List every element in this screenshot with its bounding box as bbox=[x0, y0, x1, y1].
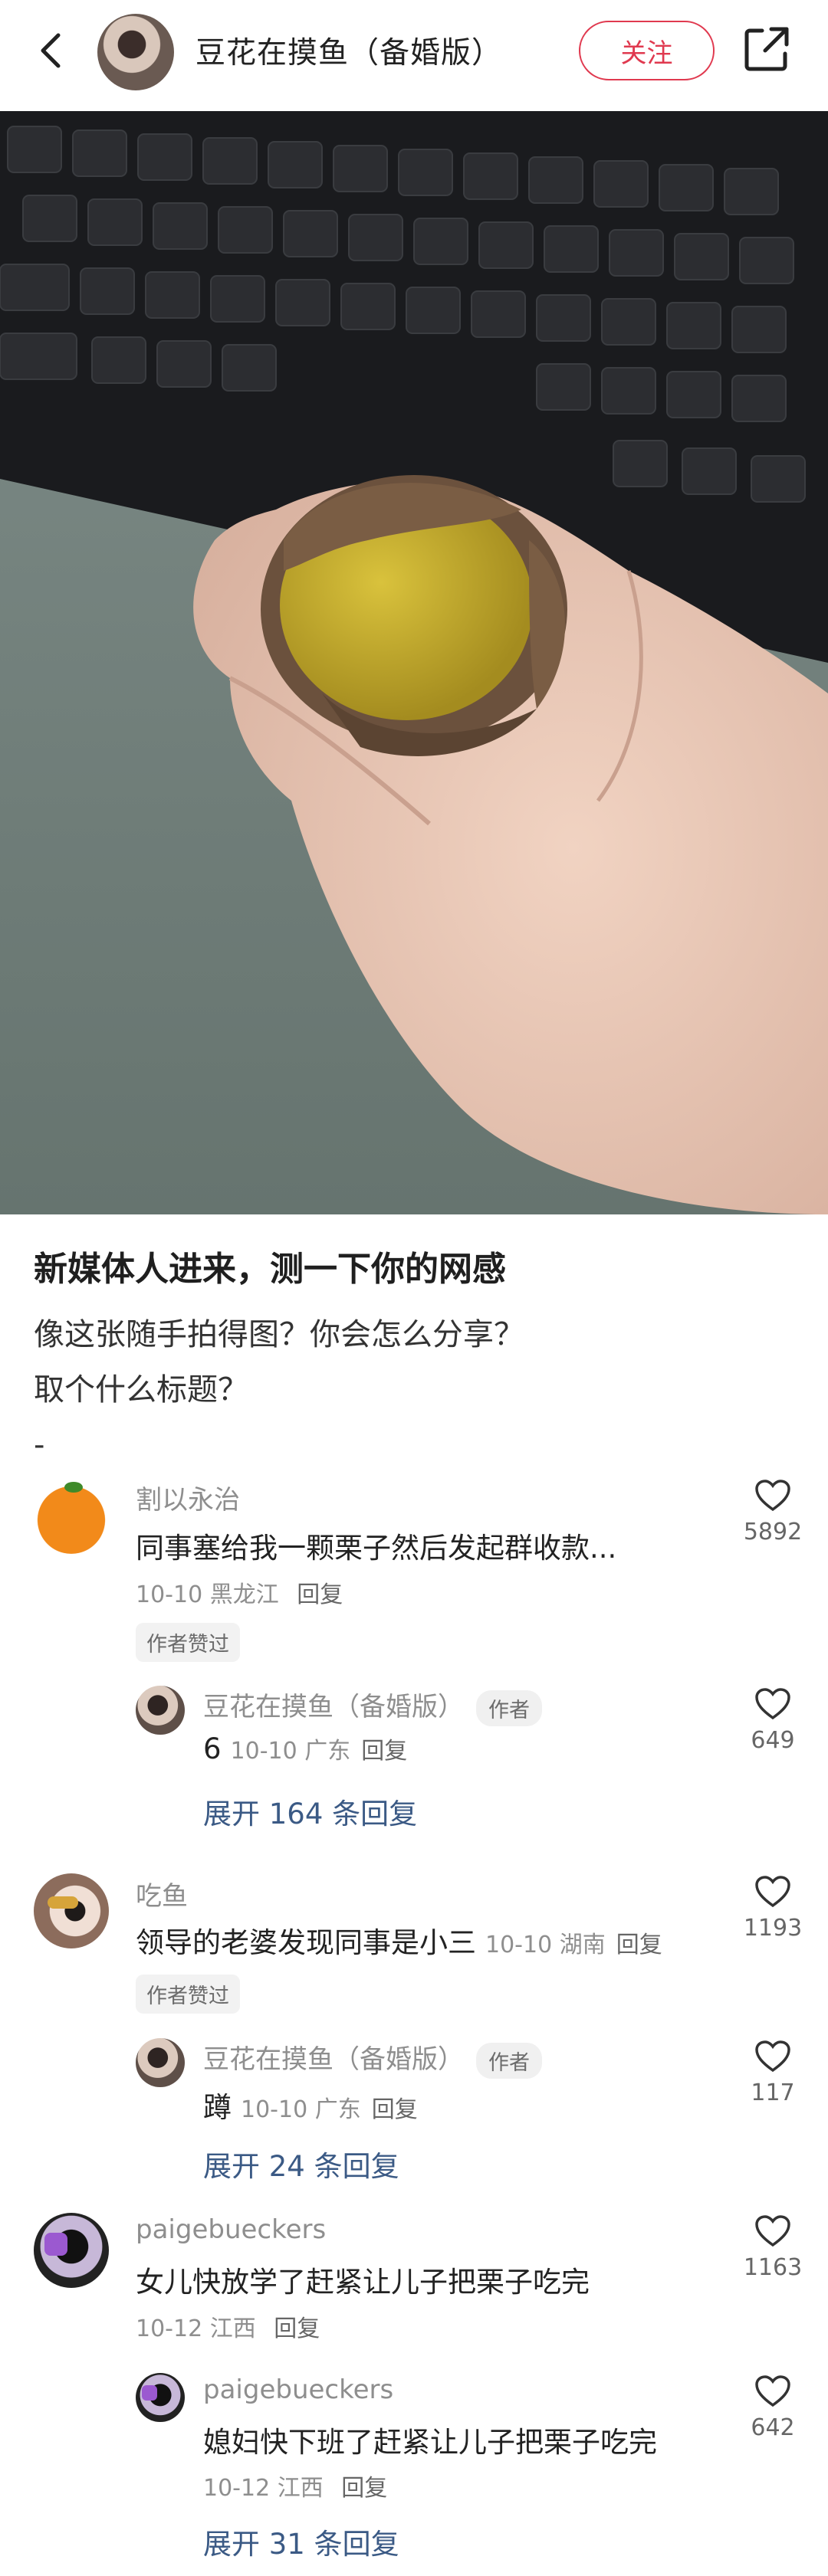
like-button[interactable]: 1193 bbox=[727, 1875, 819, 1942]
comment-text[interactable]: 女儿快放学了赶紧让儿子把栗子吃完 bbox=[136, 2259, 590, 2300]
reply-button[interactable]: 回复 bbox=[274, 2315, 320, 2342]
heart-icon bbox=[755, 1480, 790, 1512]
app-icon bbox=[142, 2385, 157, 2401]
commenter-avatar[interactable] bbox=[34, 1479, 109, 1554]
comment-date: 10-10 bbox=[136, 1581, 203, 1608]
leaf-icon bbox=[64, 1482, 83, 1493]
reply-meta: 10-10 广东 回复 bbox=[231, 1738, 408, 1765]
reply-user-name[interactable]: paigebueckers bbox=[203, 2374, 393, 2405]
comment-meta: 10-10 黑龙江 回复 bbox=[136, 1575, 343, 1609]
reply-button[interactable]: 回复 bbox=[361, 1738, 407, 1765]
author-liked-badge: 作者赞过 bbox=[136, 1623, 240, 1662]
like-button[interactable]: 5892 bbox=[727, 1479, 819, 1545]
post-body: 像这张随手拍得图？你会怎么分享？ 取个什么标题？ - bbox=[34, 1317, 524, 1463]
follow-button[interactable]: 关注 bbox=[579, 21, 715, 80]
reply-avatar[interactable] bbox=[136, 2038, 185, 2087]
commenter-avatar[interactable] bbox=[34, 2213, 109, 2288]
sunglasses-icon bbox=[48, 1896, 78, 1909]
reply-text[interactable]: 媳妇快下班了赶紧让儿子把栗子吃完 bbox=[203, 2419, 657, 2460]
author-tag: 作者 bbox=[476, 2043, 542, 2079]
reply-text-row[interactable]: 6 10-10 广东 回复 bbox=[203, 1732, 407, 1765]
comment-meta: 10-12 江西 回复 bbox=[136, 2309, 320, 2343]
like-button[interactable]: 649 bbox=[727, 1687, 819, 1754]
share-icon[interactable] bbox=[742, 25, 791, 74]
reply-text-row[interactable]: 蹲 10-10 广东 回复 bbox=[203, 2084, 418, 2125]
like-count: 1163 bbox=[743, 2254, 803, 2281]
reply-location: 江西 bbox=[277, 2475, 324, 2502]
expand-replies-link[interactable]: 展开 31 条回复 bbox=[203, 2521, 399, 2562]
author-tag: 作者 bbox=[476, 1690, 542, 1726]
commenter-name[interactable]: 割以永治 bbox=[136, 1479, 240, 1516]
reply-user-row: 豆花在摸鱼（备婚版） 作者 bbox=[203, 1686, 542, 1726]
reply-date: 10-10 bbox=[241, 2096, 308, 2123]
expand-replies-link[interactable]: 展开 164 条回复 bbox=[203, 1791, 417, 1832]
reply-date: 10-12 bbox=[203, 2475, 271, 2502]
comment-date: 10-12 bbox=[136, 2315, 203, 2342]
comment-location: 湖南 bbox=[559, 1932, 606, 1958]
reply-button[interactable]: 回复 bbox=[341, 2475, 387, 2502]
reply-text: 蹲 bbox=[203, 2091, 232, 2124]
reply-avatar[interactable] bbox=[136, 2373, 185, 2422]
comment-text[interactable]: 同事塞给我一颗栗子然后发起群收款... bbox=[136, 1525, 616, 1566]
like-button[interactable]: 117 bbox=[727, 2040, 819, 2106]
back-arrow-icon[interactable] bbox=[29, 28, 75, 74]
heart-icon bbox=[755, 1876, 790, 1908]
like-count: 1193 bbox=[743, 1915, 803, 1942]
like-count: 117 bbox=[751, 2079, 795, 2106]
reply-user-name[interactable]: 豆花在摸鱼（备婚版） bbox=[203, 1692, 464, 1722]
chestnut-in-hand-image bbox=[0, 111, 828, 1214]
like-button[interactable]: 1163 bbox=[727, 2214, 819, 2281]
post-title: 新媒体人进来，测一下你的网感 bbox=[34, 1250, 506, 1289]
like-button[interactable]: 642 bbox=[727, 2374, 819, 2441]
reply-button[interactable]: 回复 bbox=[372, 2096, 418, 2123]
reply-date: 10-10 bbox=[230, 1738, 297, 1765]
reply-button[interactable]: 回复 bbox=[616, 1932, 662, 1958]
reply-meta: 10-12 江西 回复 bbox=[203, 2469, 387, 2502]
commenter-name[interactable]: paigebueckers bbox=[136, 2214, 326, 2245]
comment-text: 领导的老婆发现同事是小三 bbox=[136, 1926, 476, 1959]
reply-meta: 10-10 广东 回复 bbox=[241, 2096, 418, 2123]
comment-location: 黑龙江 bbox=[209, 1581, 279, 1608]
expand-replies-link[interactable]: 展开 24 条回复 bbox=[203, 2143, 399, 2184]
comment-meta: 10-10 湖南 回复 bbox=[485, 1932, 662, 1958]
reply-user-row: 豆花在摸鱼（备婚版） 作者 bbox=[203, 2038, 542, 2079]
post-photo[interactable] bbox=[0, 111, 828, 1214]
author-liked-badge: 作者赞过 bbox=[136, 1975, 240, 2014]
author-name[interactable]: 豆花在摸鱼（备婚版） bbox=[196, 29, 502, 72]
commenter-name[interactable]: 吃鱼 bbox=[136, 1875, 188, 1912]
reply-location: 广东 bbox=[304, 1738, 351, 1765]
top-bar: 豆花在摸鱼（备婚版） 关注 bbox=[0, 0, 828, 111]
reply-text: 6 bbox=[203, 1732, 222, 1765]
reply-button[interactable]: 回复 bbox=[297, 1581, 343, 1608]
reply-avatar[interactable] bbox=[136, 1686, 185, 1735]
app-icon bbox=[44, 2233, 67, 2256]
heart-icon bbox=[755, 2215, 790, 2247]
comment-date: 10-10 bbox=[485, 1932, 553, 1958]
author-avatar[interactable] bbox=[97, 14, 174, 90]
heart-icon bbox=[755, 2040, 790, 2073]
like-count: 642 bbox=[751, 2414, 795, 2441]
like-count: 5892 bbox=[743, 1519, 803, 1545]
reply-user-name[interactable]: 豆花在摸鱼（备婚版） bbox=[203, 2044, 464, 2075]
like-count: 649 bbox=[751, 1727, 795, 1754]
reply-location: 广东 bbox=[314, 2096, 361, 2123]
comment-text-row[interactable]: 领导的老婆发现同事是小三 10-10 湖南 回复 bbox=[136, 1919, 662, 1961]
heart-icon bbox=[755, 1688, 790, 1720]
commenter-avatar[interactable] bbox=[34, 1873, 109, 1948]
heart-icon bbox=[755, 2375, 790, 2407]
comment-location: 江西 bbox=[209, 2315, 256, 2342]
